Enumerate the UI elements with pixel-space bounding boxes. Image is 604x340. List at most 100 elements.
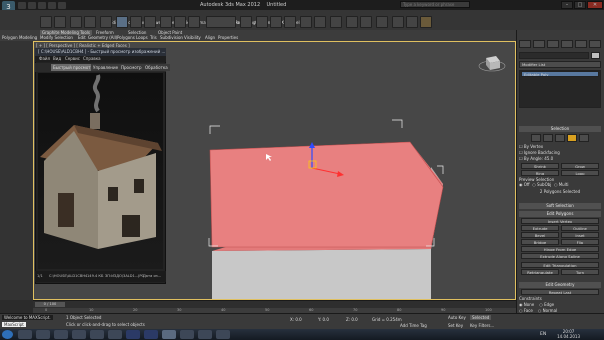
angle-value-field[interactable]: 45.0 bbox=[544, 156, 553, 161]
taskbar-app-icon[interactable] bbox=[198, 330, 212, 339]
taskbar-chrome-icon[interactable] bbox=[180, 330, 194, 339]
selected-dropdown[interactable]: Selected bbox=[470, 315, 492, 320]
display-tab-icon[interactable] bbox=[575, 40, 587, 48]
undo-icon[interactable] bbox=[48, 2, 56, 9]
hierarchy-tab-icon[interactable] bbox=[547, 40, 559, 48]
select-and-move-icon[interactable] bbox=[160, 16, 172, 28]
select-object-icon[interactable] bbox=[116, 16, 128, 28]
layer-manager-icon[interactable] bbox=[330, 16, 342, 28]
flip-button[interactable]: Flip bbox=[561, 239, 599, 245]
angle-snap-icon[interactable] bbox=[270, 16, 282, 28]
bind-space-warp-icon[interactable] bbox=[100, 16, 112, 28]
ribbon-geometry-all[interactable]: Geometry (All) bbox=[88, 35, 117, 40]
selection-region-icon[interactable] bbox=[144, 16, 156, 28]
mirror-icon[interactable] bbox=[300, 16, 312, 28]
auto-key-button[interactable]: Auto Key bbox=[448, 315, 466, 320]
save-icon[interactable] bbox=[38, 2, 46, 9]
by-vertex-checkbox[interactable]: ☐ By Vertex bbox=[519, 144, 601, 149]
undo-tool-icon[interactable] bbox=[40, 16, 52, 28]
minimize-button[interactable]: – bbox=[561, 1, 573, 9]
iv-menu-view[interactable]: Вид bbox=[53, 56, 61, 61]
insert-vertex-button[interactable]: Insert Vertex bbox=[521, 218, 599, 224]
link-icon[interactable] bbox=[70, 16, 82, 28]
new-icon[interactable] bbox=[18, 2, 26, 9]
preview-selection-options[interactable]: ◉ Off ○ SubObj ○ Multi bbox=[519, 182, 601, 187]
key-filters-button[interactable]: Key Filters... bbox=[470, 323, 494, 328]
system-clock[interactable]: 20:07 14.04.2013 bbox=[557, 329, 580, 339]
soft-selection-rollout[interactable]: Soft Selection bbox=[519, 203, 601, 209]
y-coordinate[interactable]: Y: 0.0 bbox=[318, 317, 329, 322]
open-icon[interactable] bbox=[28, 2, 36, 9]
pivot-icon[interactable] bbox=[240, 16, 252, 28]
z-coordinate[interactable]: Z: 0.0 bbox=[346, 317, 358, 322]
set-key-button[interactable]: Set Key bbox=[448, 323, 463, 328]
render-production-icon[interactable] bbox=[420, 16, 432, 28]
object-name-field[interactable] bbox=[519, 52, 589, 59]
time-slider[interactable]: 0 / 100 bbox=[35, 302, 65, 307]
stack-item-editable-poly[interactable]: Editable Poly bbox=[521, 71, 599, 77]
ribbon-polygons[interactable]: Polygons bbox=[117, 35, 135, 40]
taskbar-photoshop2-icon[interactable] bbox=[144, 330, 158, 339]
shrink-button[interactable]: Shrink bbox=[521, 163, 559, 169]
modify-tab-icon[interactable] bbox=[533, 40, 545, 48]
edit-polygons-rollout[interactable]: Edit Polygons bbox=[519, 211, 601, 217]
iv-tab-edit[interactable]: Обработка bbox=[143, 64, 170, 71]
material-editor-icon[interactable] bbox=[376, 16, 388, 28]
iv-menu-file[interactable]: Файл bbox=[39, 56, 50, 61]
modifier-list-dropdown[interactable]: Modifier List bbox=[519, 61, 601, 68]
taskbar-firefox-icon[interactable] bbox=[72, 330, 86, 339]
language-indicator[interactable]: EN bbox=[540, 332, 546, 337]
snaps-toggle-icon[interactable] bbox=[256, 16, 268, 28]
ribbon-subdivision[interactable]: Subdivision bbox=[160, 35, 183, 40]
x-coordinate[interactable]: X: 0.0 bbox=[290, 317, 302, 322]
reference-coordinate-dropdown[interactable] bbox=[206, 16, 236, 28]
maximize-button[interactable]: □ bbox=[574, 1, 586, 9]
iv-tab-manage[interactable]: Управление bbox=[91, 64, 121, 71]
repeat-last-button[interactable]: Repeat Last bbox=[521, 289, 599, 295]
taskbar-paint-icon[interactable] bbox=[108, 330, 122, 339]
edit-triangulation-button[interactable]: Edit Triangulation bbox=[521, 262, 599, 268]
start-button-icon[interactable] bbox=[2, 330, 13, 339]
add-time-tag[interactable]: Add Time Tag bbox=[400, 323, 427, 328]
ignore-backfacing-checkbox[interactable]: ☐ Ignore Backfacing bbox=[519, 150, 601, 155]
taskbar-folder-icon[interactable] bbox=[90, 330, 104, 339]
timeline[interactable]: 0 / 100 0 10 20 30 40 50 60 70 80 90 100 bbox=[33, 300, 516, 314]
constraints-none-edge[interactable]: ◉ None ○ Edge bbox=[519, 302, 601, 307]
motion-tab-icon[interactable] bbox=[561, 40, 573, 48]
taskbar-ie-icon[interactable] bbox=[54, 330, 68, 339]
retriangulate-button[interactable]: Retriangulate bbox=[521, 269, 559, 275]
selection-rollout-header[interactable]: Selection bbox=[519, 126, 601, 132]
iv-menu-help[interactable]: Справка bbox=[83, 56, 101, 61]
iv-tab-quick-view[interactable]: Быстрый просмотр bbox=[51, 64, 96, 71]
turn-button[interactable]: Turn bbox=[561, 269, 599, 275]
border-icon[interactable] bbox=[555, 134, 565, 142]
inset-button[interactable]: Inset bbox=[561, 232, 599, 238]
taskbar-media-icon[interactable] bbox=[36, 330, 50, 339]
curve-editor-icon[interactable] bbox=[346, 16, 358, 28]
align-icon[interactable] bbox=[314, 16, 326, 28]
ribbon-polygon-modeling[interactable]: Polygon Modeling bbox=[2, 35, 37, 40]
create-tab-icon[interactable] bbox=[519, 40, 531, 48]
by-angle-checkbox[interactable]: ☐ By Angle: 45.0 bbox=[519, 156, 601, 161]
ribbon-edit[interactable]: Edit bbox=[78, 35, 86, 40]
ring-button[interactable]: Ring bbox=[521, 170, 559, 176]
extrude-along-spline-button[interactable]: Extrude Along Spline bbox=[521, 253, 599, 259]
unlink-icon[interactable] bbox=[84, 16, 96, 28]
object-color-swatch[interactable] bbox=[591, 52, 600, 59]
image-viewer-title[interactable]: [ C:\HOUSE\ALD1CBH4 ] - Быстрый просмотр… bbox=[35, 48, 166, 56]
ribbon-loops[interactable]: Loops bbox=[136, 35, 148, 40]
loop-button[interactable]: Loop bbox=[561, 170, 599, 176]
bevel-button[interactable]: Bevel bbox=[521, 232, 559, 238]
taskbar-explorer-icon[interactable] bbox=[18, 330, 32, 339]
percent-snap-icon[interactable] bbox=[284, 16, 296, 28]
maxscript-listener[interactable]: Welcome to MAXScript. bbox=[2, 315, 53, 320]
iv-menu-tools[interactable]: Сервис bbox=[65, 56, 80, 61]
taskbar-app2-icon[interactable] bbox=[216, 330, 230, 339]
ribbon-properties[interactable]: Properties bbox=[218, 35, 238, 40]
redo-icon[interactable] bbox=[58, 2, 66, 9]
element-icon[interactable] bbox=[579, 134, 589, 142]
select-and-rotate-icon[interactable] bbox=[174, 16, 186, 28]
polygon-icon[interactable] bbox=[567, 134, 577, 142]
ribbon-modify-selection[interactable]: Modify Selection bbox=[40, 35, 73, 40]
schematic-view-icon[interactable] bbox=[360, 16, 372, 28]
